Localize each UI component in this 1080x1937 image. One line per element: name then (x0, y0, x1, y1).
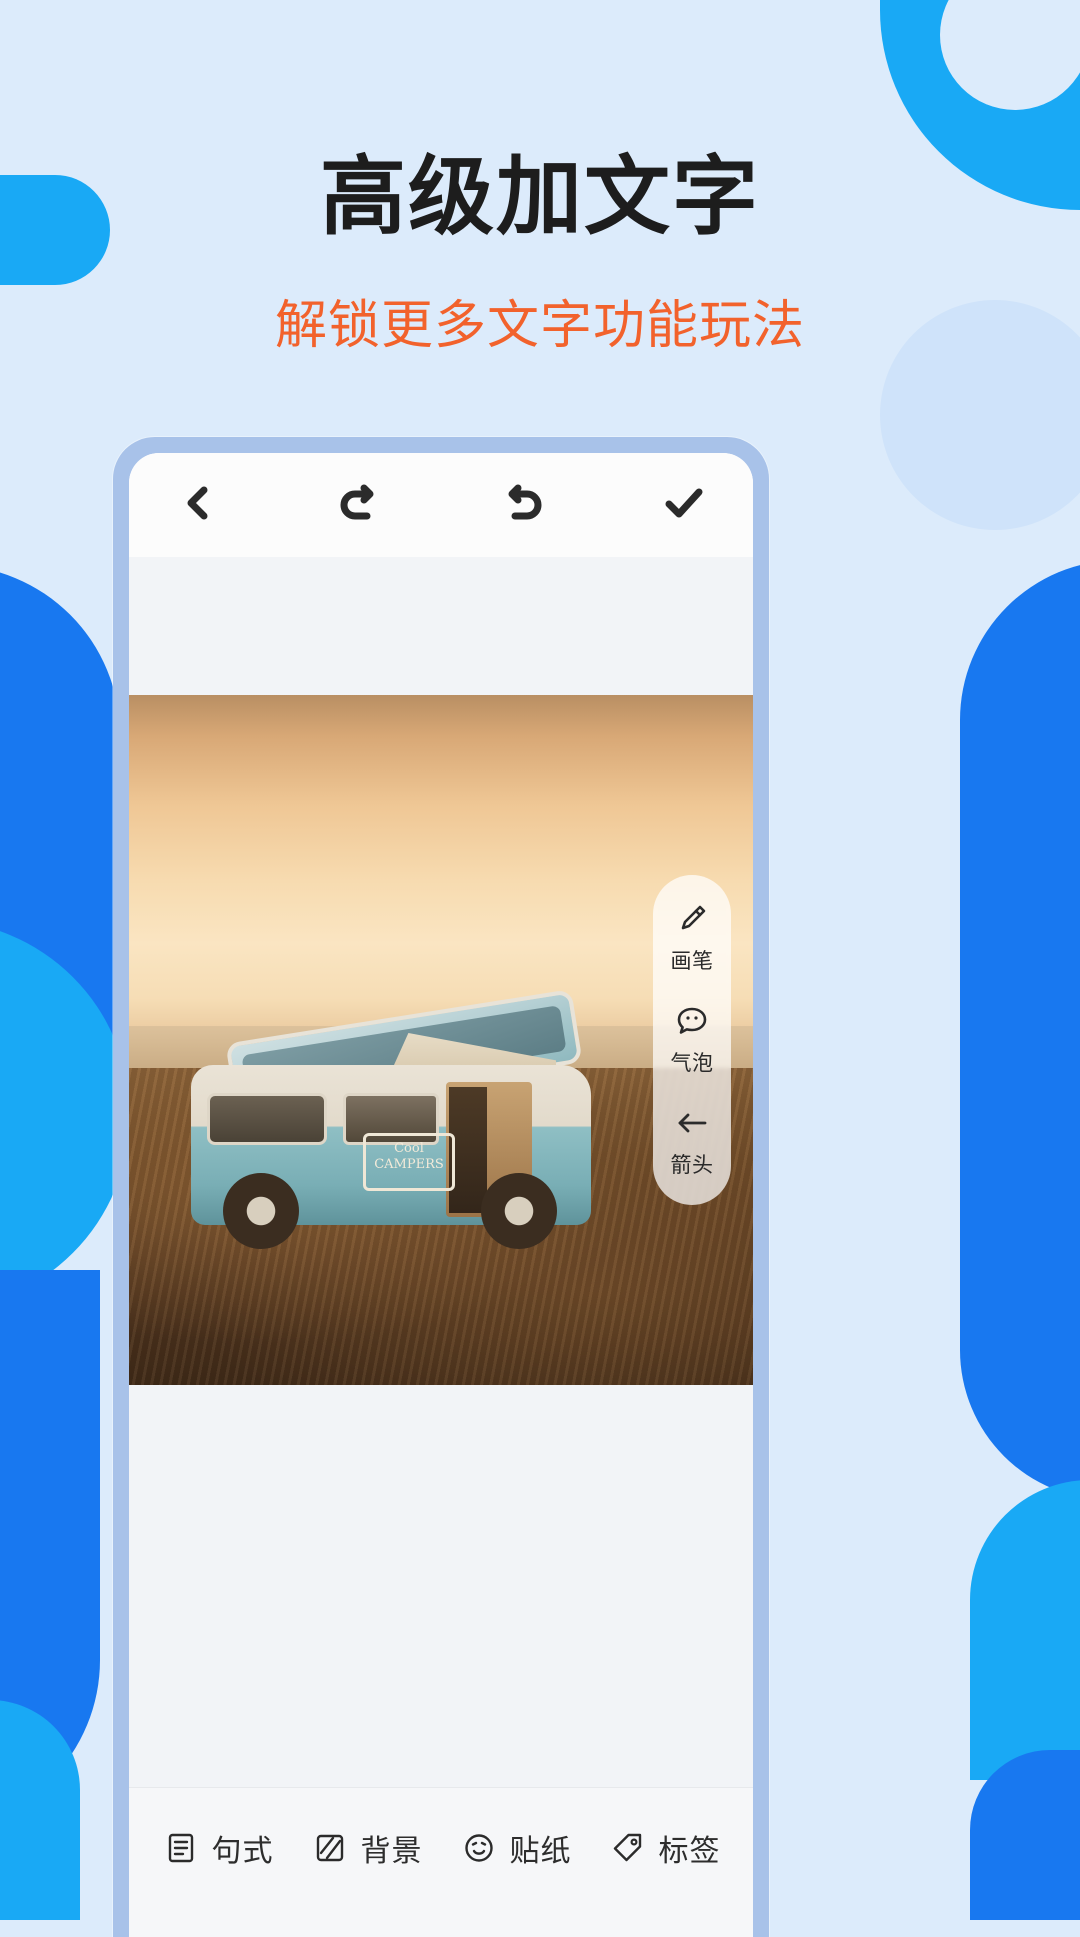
background-icon (311, 1829, 349, 1867)
decor-slab-right-upper (960, 560, 1080, 1060)
van-badge-line1: Cool (394, 1141, 424, 1156)
redo-button[interactable] (487, 470, 557, 540)
chevron-left-icon (178, 483, 218, 528)
side-tool-brush-label: 画笔 (670, 949, 714, 973)
bottom-tool-tag-label: 标签 (658, 1833, 721, 1869)
page-subtitle: 解锁更多文字功能玩法 (274, 295, 805, 356)
tag-icon (609, 1829, 647, 1867)
phone-screen: Cool CAMPERS 画笔 气泡 箭头 句式 背景 贴纸 标签 (129, 453, 753, 1937)
editor-topbar (129, 453, 753, 557)
check-icon (662, 481, 706, 530)
bottom-tool-background-label: 背景 (360, 1833, 423, 1869)
photo-preview[interactable]: Cool CAMPERS 画笔 气泡 箭头 (129, 695, 753, 1385)
redo-icon (501, 482, 543, 529)
sentence-style-icon (162, 1829, 200, 1867)
confirm-button[interactable] (649, 470, 719, 540)
decor-slab-right-lower (970, 1480, 1080, 1780)
speech-bubble-icon (672, 1001, 712, 1041)
side-tool-brush[interactable]: 画笔 (653, 899, 731, 975)
editor-canvas[interactable]: Cool CAMPERS 画笔 气泡 箭头 (129, 557, 753, 1787)
brush-icon (672, 899, 712, 939)
promo-header: 高级加文字 解锁更多文字功能玩法 (0, 0, 1080, 358)
bottom-tool-sticker[interactable]: 贴纸 (460, 1826, 572, 1870)
page-title: 高级加文字 (320, 147, 760, 247)
camper-van: Cool CAMPERS (181, 965, 621, 1265)
side-tool-bubble[interactable]: 气泡 (653, 1001, 731, 1077)
side-tool-arrow-label: 箭头 (670, 1153, 714, 1177)
arrow-left-icon (672, 1103, 712, 1143)
floating-tool-panel: 画笔 气泡 箭头 (653, 875, 731, 1205)
side-tool-arrow[interactable]: 箭头 (653, 1103, 731, 1179)
back-button[interactable] (163, 470, 233, 540)
van-window-rear (207, 1093, 327, 1145)
bottom-tool-sticker-label: 贴纸 (509, 1833, 572, 1869)
bottom-tool-background[interactable]: 背景 (311, 1826, 423, 1870)
undo-icon (339, 482, 381, 529)
van-badge: Cool CAMPERS (363, 1133, 455, 1191)
bottom-tool-sentence-style-label: 句式 (211, 1833, 274, 1869)
phone-mockup: Cool CAMPERS 画笔 气泡 箭头 句式 背景 贴纸 标签 (113, 437, 769, 1937)
editor-bottombar: 句式 背景 贴纸 标签 (129, 1787, 753, 1937)
van-wheel-rear (223, 1173, 299, 1249)
canvas-empty-area (129, 1385, 753, 1787)
van-badge-line2: CAMPERS (374, 1157, 444, 1173)
side-tool-bubble-label: 气泡 (670, 1051, 714, 1075)
bottom-tool-tag[interactable]: 标签 (609, 1826, 721, 1870)
undo-button[interactable] (325, 470, 395, 540)
decor-slab-right-mid (960, 1020, 1080, 1500)
sticker-icon (460, 1829, 498, 1867)
bottom-tool-sentence-style[interactable]: 句式 (162, 1826, 274, 1870)
van-wheel-front (481, 1173, 557, 1249)
